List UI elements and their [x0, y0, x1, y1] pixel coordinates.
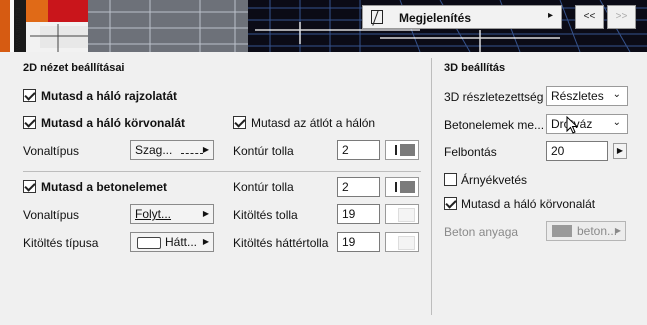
resolution-stepper-button[interactable]: ▶ — [613, 143, 627, 159]
contour-pen-label: Kontúr tolla — [233, 144, 294, 158]
linetype-label: Vonaltípus — [23, 144, 80, 158]
next-page-button[interactable]: >> — [607, 5, 636, 29]
popup-arrow-icon: ▶ — [202, 209, 209, 218]
show-grid-drawing-checkbox[interactable] — [23, 89, 36, 102]
previous-page-button[interactable]: << — [575, 5, 604, 29]
show-outline-3d-label: Mutasd a háló körvonalát — [461, 197, 596, 211]
show-grid-outline-checkbox[interactable] — [23, 116, 36, 129]
view-dropdown[interactable]: Megjelenítés ▸ — [362, 5, 562, 29]
linetype2-label: Vonaltípus — [23, 208, 80, 222]
fill-type-value: Hátt... — [165, 235, 198, 249]
material-swatch-icon — [552, 225, 572, 237]
contour-pen2-swatch[interactable] — [385, 177, 419, 197]
contour-pen-swatch[interactable] — [385, 140, 419, 160]
section-title-2d: 2D nézet beállításai — [23, 62, 125, 74]
show-diagonal-label: Mutasd az átlót a hálón — [251, 116, 376, 130]
fill-pattern-icon — [137, 237, 161, 249]
detail-select[interactable]: Részletes ⌄ — [546, 86, 628, 106]
dropdown-arrow-icon: ▸ — [547, 10, 553, 21]
shading-label: Árnyékvetés — [461, 173, 528, 187]
linetype2-value: Folyt... — [135, 207, 172, 221]
popup-arrow-icon: ▶ — [202, 145, 209, 154]
fill-bg-pen-input[interactable]: 19 — [337, 232, 380, 252]
shading-checkbox[interactable] — [444, 173, 457, 186]
show-concrete-label: Mutasd a betonelemet — [41, 180, 168, 194]
fill-type-popup[interactable]: Hátt... ▶ — [130, 232, 214, 252]
view-dropdown-label: Megjelenítés — [399, 11, 472, 25]
show-grid-outline-label: Mutasd a háló körvonalát — [41, 116, 186, 130]
section-divider — [23, 171, 421, 172]
fill-pen-label: Kitöltés tolla — [233, 208, 298, 222]
resolution-label: Felbontás — [444, 145, 497, 159]
show-grid-drawing-label: Mutasd a háló rajzolatát — [41, 89, 178, 103]
linetype-value: Szag... — [135, 143, 173, 157]
material-value: beton... — [577, 224, 618, 238]
section-title-3d: 3D beállítás — [444, 62, 506, 74]
mouse-cursor-icon — [566, 116, 579, 134]
popup-arrow-icon: ▶ — [202, 237, 209, 246]
linetype-popup[interactable]: Szag... ▶ — [130, 140, 214, 160]
contour-pen-input[interactable]: 2 — [337, 140, 380, 160]
chevron-down-icon: ⌄ — [612, 89, 621, 100]
resolution-input[interactable]: 20 — [546, 141, 608, 161]
fill-bg-pen-label: Kitöltés háttértolla — [233, 236, 329, 250]
contour-pen2-label: Kontúr tolla — [233, 180, 294, 194]
concrete-mode-select[interactable]: Drótváz ⌄ — [546, 114, 628, 134]
banner-text: www.aptar.hu — [15, 8, 22, 51]
popup-arrow-icon: ▶ — [614, 226, 621, 235]
detail-label: 3D részletezettség — [444, 90, 544, 104]
material-popup[interactable]: beton... ▶ — [546, 221, 626, 241]
show-outline-3d-checkbox[interactable] — [444, 197, 457, 210]
concrete-mode-label: Betonelemek me... — [444, 118, 545, 132]
dashed-line-icon — [181, 153, 203, 154]
fill-pen-swatch[interactable] — [385, 204, 419, 224]
contour-pen2-input[interactable]: 2 — [337, 177, 380, 197]
show-diagonal-checkbox[interactable] — [233, 116, 246, 129]
page-view-icon — [371, 10, 383, 24]
chevron-down-icon: ⌄ — [612, 117, 621, 128]
linetype2-popup[interactable]: Folyt... ▶ — [130, 204, 214, 224]
fill-bg-pen-swatch[interactable] — [385, 232, 419, 252]
material-label: Beton anyaga — [444, 225, 519, 239]
fill-type-label: Kitöltés típusa — [23, 236, 99, 250]
show-concrete-checkbox[interactable] — [23, 180, 36, 193]
detail-value: Részletes — [551, 89, 604, 103]
fill-pen-input[interactable]: 19 — [337, 204, 380, 224]
panel-divider — [431, 58, 432, 315]
